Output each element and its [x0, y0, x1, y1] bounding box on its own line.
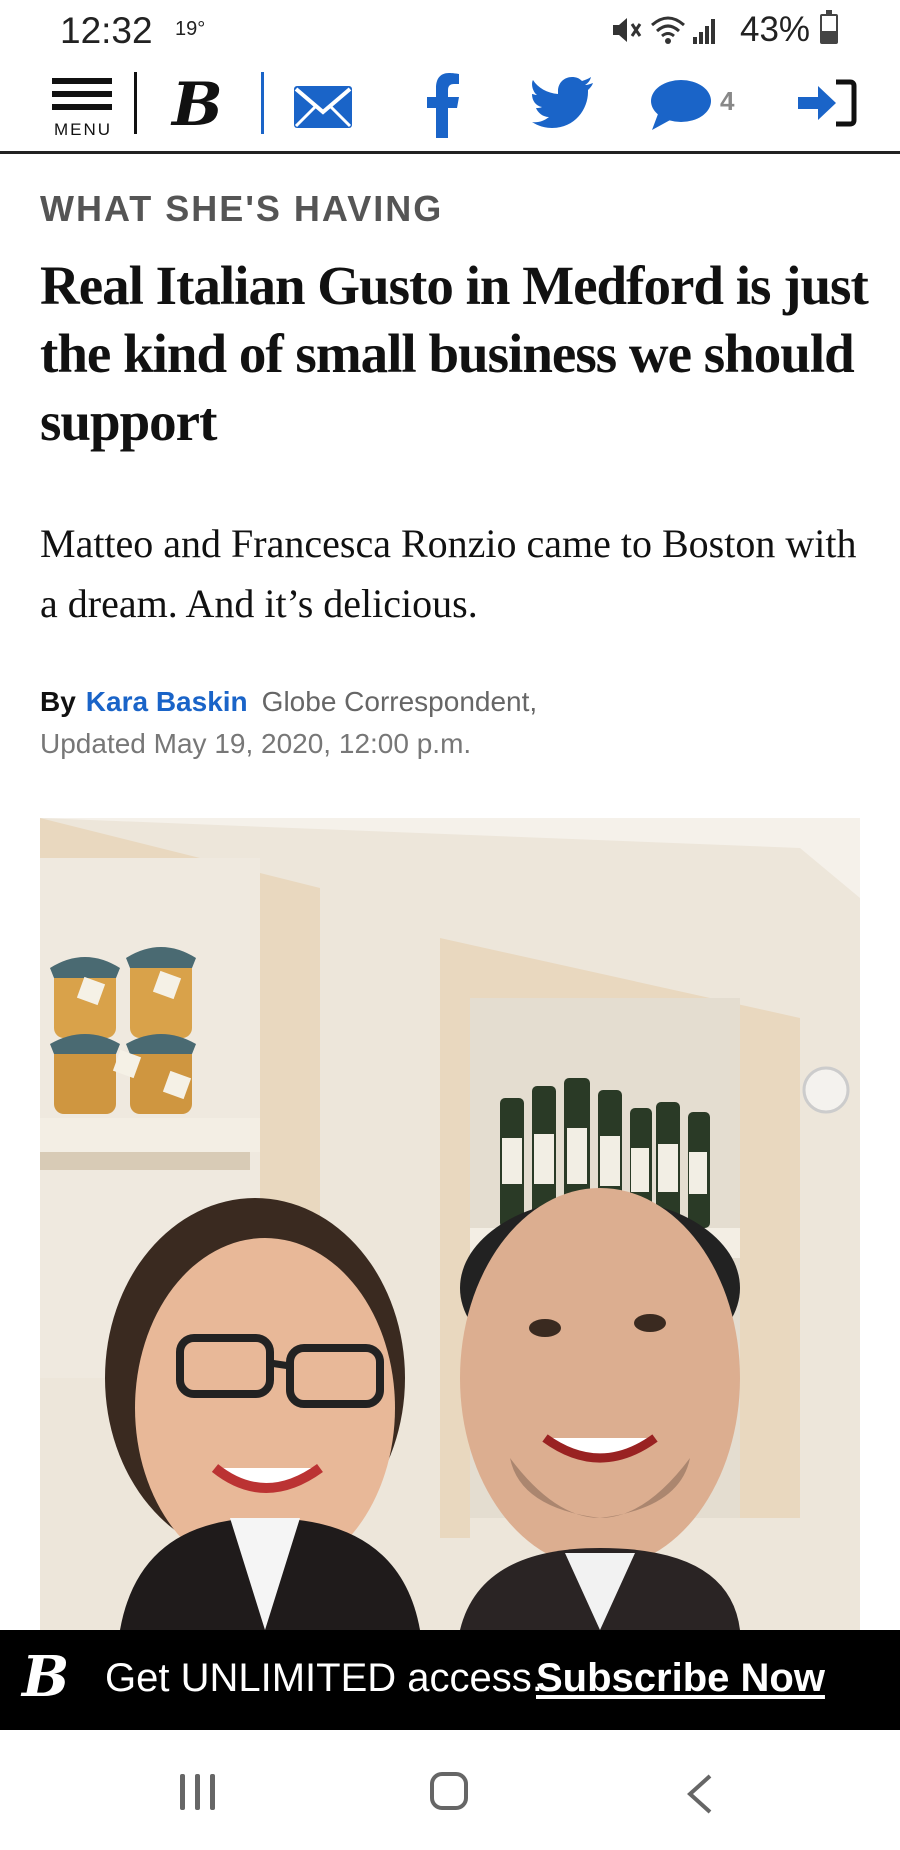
facebook-icon[interactable]	[424, 72, 460, 138]
signal-icon	[693, 19, 715, 44]
status-time: 12:32	[60, 10, 153, 51]
banner-logo: B	[22, 1644, 70, 1710]
byline: By Kara Baskin Globe Correspondent,	[40, 686, 537, 718]
battery-percent: 43%	[740, 10, 811, 49]
photo-illustration	[40, 818, 860, 1630]
comment-icon[interactable]	[648, 78, 712, 132]
twitter-icon[interactable]	[532, 76, 594, 130]
recents-button[interactable]	[178, 1774, 218, 1810]
comment-count[interactable]: 4	[720, 86, 734, 117]
mute-icon	[613, 18, 642, 42]
menu-button[interactable]: MENU	[50, 76, 116, 140]
author-role: Globe Correspondent,	[261, 686, 538, 717]
battery-icon	[820, 10, 838, 44]
home-button[interactable]	[430, 1772, 468, 1810]
top-nav: MENU B 4	[0, 62, 900, 154]
author-link[interactable]: Kara Baskin	[86, 686, 248, 717]
boston-globe-logo[interactable]: B	[172, 70, 223, 140]
login-icon[interactable]	[796, 78, 858, 128]
banner-text: Get UNLIMITED access.	[105, 1656, 543, 1700]
subscribe-now-link[interactable]: Subscribe Now	[536, 1656, 825, 1701]
status-icons	[610, 12, 718, 48]
menu-label: MENU	[53, 120, 113, 139]
article-photo[interactable]	[40, 818, 860, 1630]
article-dek: Matteo and Francesca Ronzio came to Bost…	[40, 521, 857, 626]
subscribe-banner[interactable]: B Get UNLIMITED access. Subscribe Now	[0, 1630, 900, 1730]
byline-by: By	[40, 686, 76, 717]
system-nav-bar	[0, 1730, 900, 1850]
article-kicker[interactable]: WHAT SHE'S HAVING	[40, 188, 443, 230]
status-temperature: 19°	[175, 18, 206, 40]
article-headline: Real Italian Gusto in Medford is just th…	[40, 255, 869, 452]
wifi-icon	[651, 16, 685, 44]
updated-date: Updated May 19, 2020, 12:00 p.m.	[40, 728, 472, 759]
nav-divider	[134, 72, 137, 134]
status-bar: 12:32 19° 43%	[0, 0, 900, 62]
back-button[interactable]	[686, 1774, 714, 1814]
email-icon[interactable]	[292, 84, 354, 130]
share-divider	[261, 72, 264, 134]
